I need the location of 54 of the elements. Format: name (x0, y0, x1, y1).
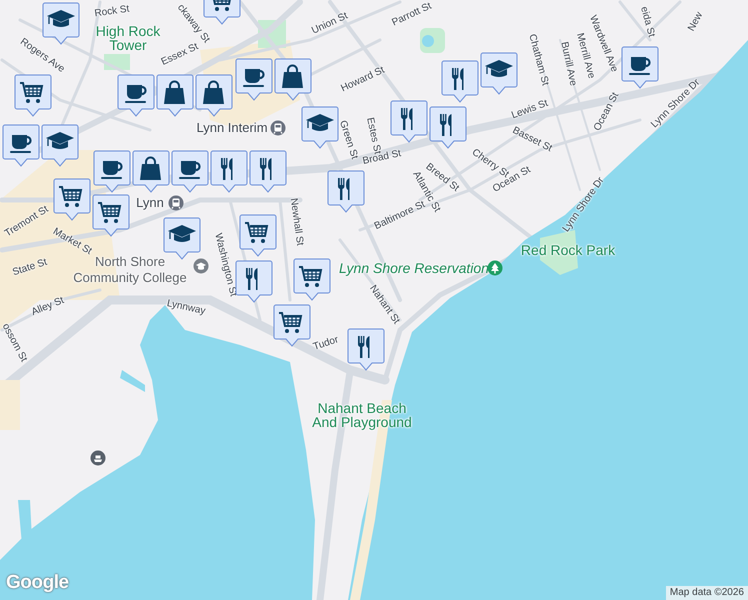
street-label: Green St (336, 118, 361, 162)
street-label: eida St (637, 5, 658, 39)
park-label: Red Rock Park (520, 243, 616, 257)
street-label: Tudor (312, 333, 340, 355)
restaurant-pin[interactable] (347, 328, 385, 371)
train-station-icon (168, 195, 184, 211)
street-label: New (685, 10, 706, 34)
street-label: Lewis St (510, 96, 550, 124)
restaurant-pin[interactable] (327, 170, 365, 213)
street-label: Rock St (94, 2, 130, 22)
train-station-icon (270, 120, 286, 136)
restaurant-pin[interactable] (235, 260, 273, 303)
cafe-pin[interactable] (2, 124, 40, 167)
grocery-pin[interactable] (239, 214, 277, 257)
park-label: High Rock Tower (94, 24, 161, 52)
restaurant-pin[interactable] (429, 106, 467, 149)
pond (420, 28, 445, 53)
park-label: Nahant Beach And Playground (311, 401, 413, 429)
school-pin[interactable] (163, 217, 201, 260)
restaurant-pin[interactable] (249, 150, 287, 193)
shopping-pin[interactable] (156, 74, 194, 117)
ferry-icon (90, 450, 106, 466)
street-label: Union St (310, 10, 350, 38)
restaurant-pin[interactable] (210, 150, 248, 193)
cafe-pin[interactable] (621, 46, 659, 89)
school-pin[interactable] (301, 106, 339, 149)
restaurant-pin[interactable] (390, 100, 428, 143)
grocery-pin[interactable] (92, 194, 130, 237)
restaurant-pin[interactable] (441, 60, 479, 103)
map-attribution: Map data ©2026 (666, 586, 748, 600)
street-label: Newhall St (286, 197, 306, 247)
grocery-pin[interactable] (293, 258, 331, 301)
grocery-pin[interactable] (14, 74, 52, 117)
street-label: Essex St (159, 40, 200, 70)
street-label: Alley St (30, 294, 66, 320)
street-label: Chatham St (525, 32, 552, 88)
shopping-pin[interactable] (274, 58, 312, 101)
cafe-pin[interactable] (171, 150, 209, 193)
map-logo: Google (6, 570, 69, 594)
street-label: State St (10, 256, 50, 280)
tree-icon (487, 260, 503, 276)
place-label: North Shore Community College (72, 254, 188, 286)
street-label: Lynnway (165, 297, 207, 319)
graduation-cap-icon (193, 258, 209, 274)
station-label: Lynn (136, 196, 164, 210)
cafe-pin[interactable] (93, 150, 131, 193)
station-label: Lynn Interim (196, 121, 268, 135)
shopping-pin[interactable] (132, 150, 170, 193)
school-pin[interactable] (480, 52, 518, 95)
shopping-pin[interactable] (195, 74, 233, 117)
cafe-pin[interactable] (117, 74, 155, 117)
park-label: Lynn Shore Reservation (339, 261, 489, 275)
downtown-area (0, 380, 20, 430)
grocery-pin[interactable] (273, 304, 311, 347)
